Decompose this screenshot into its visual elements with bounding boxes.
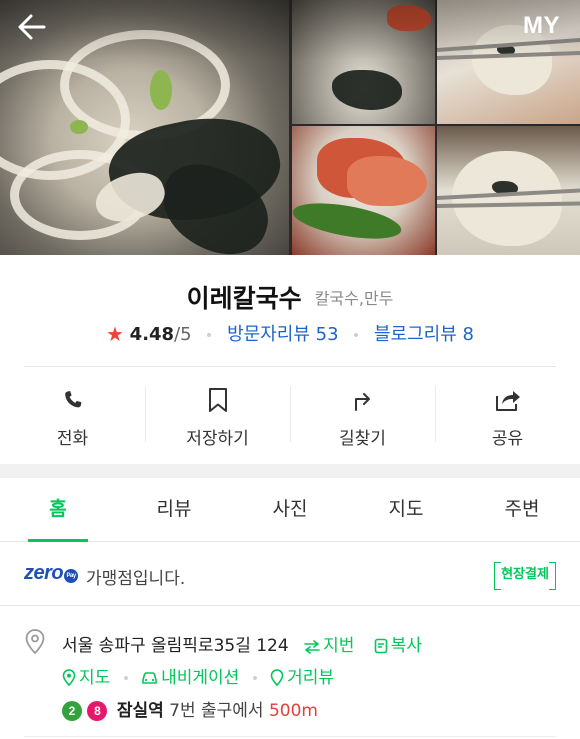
zeropay-row: zero Pay 가맹점입니다. 현장결제 — [0, 542, 580, 606]
tab-nearby[interactable]: 주변 — [464, 478, 580, 541]
jibun-button[interactable]: 지번 — [304, 636, 354, 656]
phone-icon — [61, 386, 85, 414]
copy-label: 복사 — [390, 636, 423, 656]
subway-line-2-badge: 2 — [62, 701, 82, 721]
photo-gallery[interactable]: MY — [0, 0, 580, 255]
copy-address-button[interactable]: 복사 — [374, 636, 422, 656]
section-gap — [0, 464, 580, 478]
swap-icon — [304, 640, 320, 654]
separator-dot — [354, 333, 359, 337]
directions-label: 길찾기 — [339, 429, 386, 449]
tab-map[interactable]: 지도 — [348, 478, 464, 541]
seaweed-shape — [332, 70, 402, 110]
map-link[interactable]: 지도 — [62, 668, 110, 688]
separator-dot — [252, 676, 257, 680]
subway-line-8-badge: 8 — [87, 701, 108, 721]
onsite-payment-button[interactable]: 현장결제 — [494, 562, 556, 590]
place-title-row: 이레칼국수 칼국수,만두 — [0, 279, 580, 315]
call-label: 전화 — [56, 429, 89, 449]
separator-dot — [123, 676, 128, 680]
action-bar: 전화 저장하기 길찾기 공유 — [0, 368, 580, 462]
streetview-icon — [270, 669, 284, 686]
jibun-label: 지번 — [323, 636, 355, 656]
zeropay-logo-text: zero — [24, 562, 64, 584]
exit-text: 7번 출구에서 — [169, 701, 264, 721]
share-label: 공유 — [491, 429, 524, 449]
streetview-label: 거리뷰 — [287, 668, 335, 688]
bookmark-icon — [207, 386, 229, 414]
address-row: 서울 송파구 올림픽로35길 124 지번 복사 — [62, 631, 422, 656]
header-overlay — [0, 0, 580, 60]
tab-home[interactable]: 홈 — [0, 478, 116, 542]
tab-bar: 홈 리뷰 사진 지도 주변 — [0, 478, 580, 542]
dumpling-shape — [452, 151, 562, 246]
arrow-left-icon — [18, 14, 46, 40]
streetview-link[interactable]: 거리뷰 — [270, 668, 334, 688]
rating-score: 4.48 — [129, 324, 175, 345]
place-category: 칼국수,만두 — [314, 289, 394, 308]
share-icon — [494, 386, 522, 414]
place-name: 이레칼국수 — [186, 284, 302, 313]
scallion-shape — [150, 70, 172, 110]
tab-reviews[interactable]: 리뷰 — [116, 478, 232, 541]
back-button[interactable] — [14, 8, 54, 46]
blog-reviews-link[interactable]: 블로그리뷰 8 — [374, 324, 474, 345]
share-button[interactable]: 공유 — [435, 368, 580, 462]
rating-row: ★ 4.48/5 방문자리뷰 53 블로그리뷰 8 — [0, 320, 580, 346]
distance-text: 500m — [268, 701, 318, 721]
zeropay-badge: Pay — [64, 569, 79, 583]
navigation-link[interactable]: 내비게이션 — [141, 668, 239, 688]
separator-dot — [207, 333, 212, 337]
call-button[interactable]: 전화 — [0, 368, 145, 462]
station-name: 잠실역 — [116, 701, 164, 721]
rating-max: /5 — [174, 324, 192, 345]
navigation-label: 내비게이션 — [161, 668, 240, 688]
subway-row: 2 8 잠실역 7번 출구에서 500m — [62, 696, 318, 721]
tab-photos[interactable]: 사진 — [232, 478, 348, 541]
zeropay-text: 가맹점입니다. — [86, 569, 186, 589]
kimchi-side-photo[interactable] — [292, 126, 435, 255]
copy-icon — [374, 638, 388, 654]
my-page-button[interactable]: MY — [523, 12, 560, 40]
location-links-row: 지도 내비게이션 거리뷰 — [62, 663, 334, 688]
zeropay-logo: zero Pay — [24, 562, 79, 585]
save-button[interactable]: 저장하기 — [145, 368, 290, 462]
directions-button[interactable]: 길찾기 — [290, 368, 435, 462]
visitor-reviews-link[interactable]: 방문자리뷰 53 — [227, 324, 338, 345]
map-label: 지도 — [79, 668, 111, 688]
dumpling-closeup-photo[interactable] — [437, 126, 580, 255]
divider — [24, 736, 556, 737]
kimchi-shape — [347, 156, 427, 206]
divider — [24, 366, 556, 367]
scallion-shape — [70, 120, 88, 134]
address-text: 서울 송파구 올림픽로35길 124 — [62, 636, 289, 656]
star-icon: ★ — [106, 322, 124, 346]
location-pin-icon — [24, 628, 46, 656]
directions-icon — [350, 386, 376, 414]
save-label: 저장하기 — [186, 429, 249, 449]
car-icon — [142, 672, 157, 684]
map-pin-icon — [62, 669, 76, 686]
